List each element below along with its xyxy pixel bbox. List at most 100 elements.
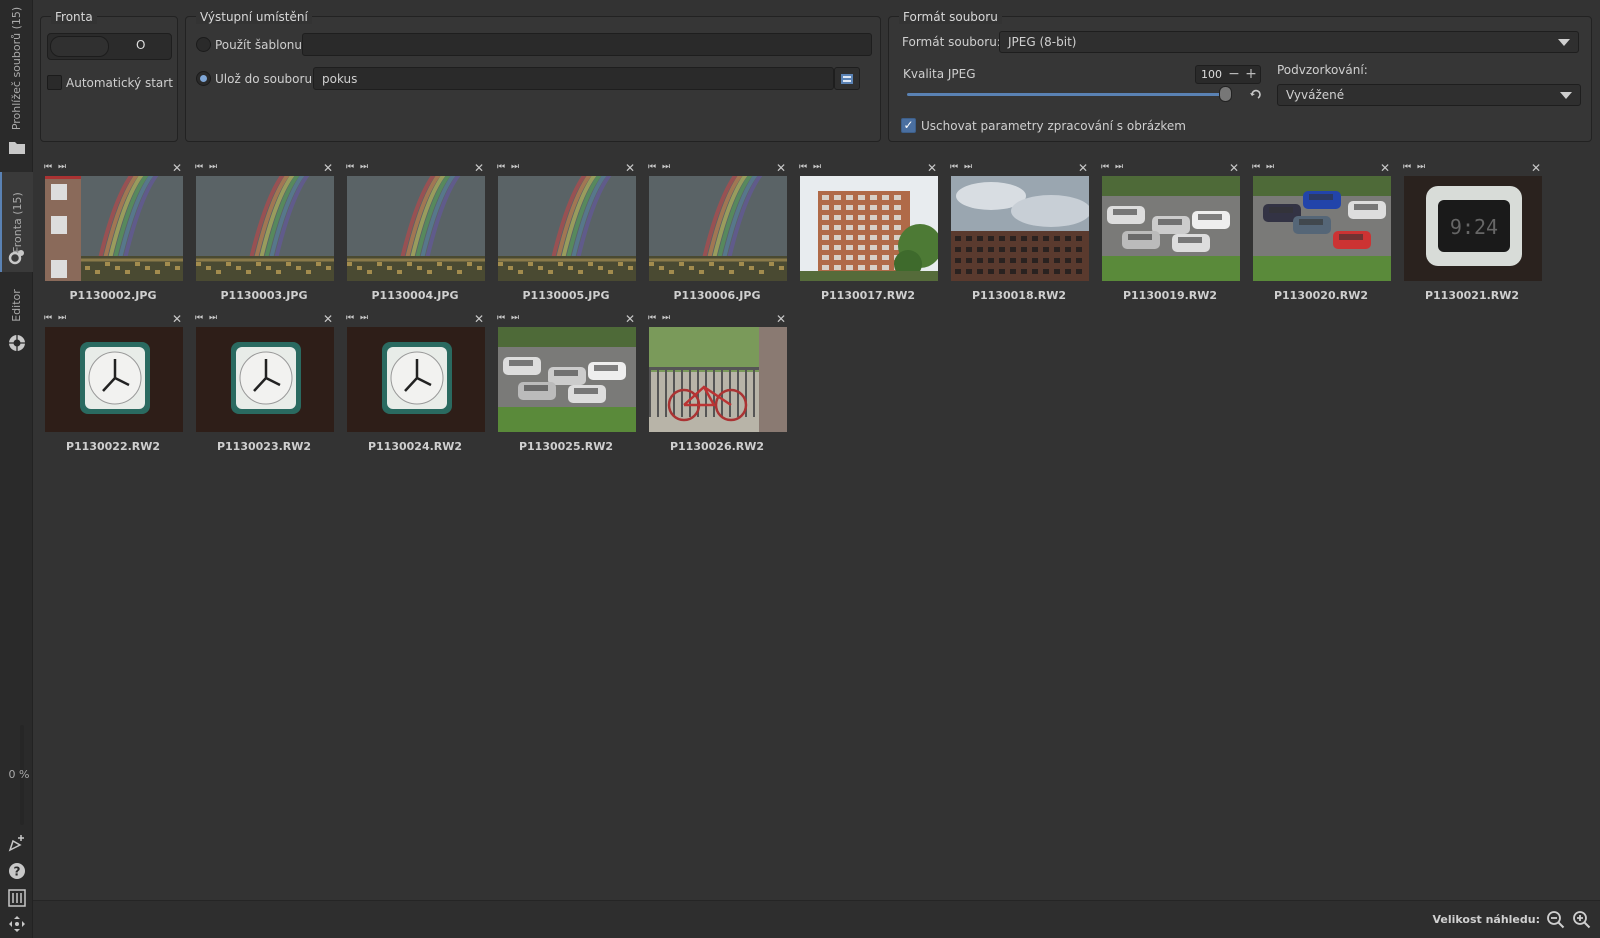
queue-thumbnail[interactable]: ⏮ ⏭ ✕ P1130022.RW2	[40, 309, 186, 459]
aperture-icon[interactable]	[6, 332, 27, 353]
jpeg-quality-value: 100	[1201, 68, 1222, 81]
move-to-end-icon[interactable]: ⏭	[58, 313, 68, 323]
move-to-start-icon[interactable]: ⏮	[195, 313, 205, 323]
move-to-end-icon[interactable]: ⏭	[209, 162, 219, 172]
jpeg-quality-slider-handle[interactable]	[1219, 86, 1232, 102]
queue-start-switch[interactable]: O	[47, 33, 172, 60]
move-to-end-icon[interactable]: ⏭	[58, 162, 68, 172]
move-to-end-icon[interactable]: ⏭	[511, 313, 521, 323]
close-icon[interactable]: ✕	[625, 312, 635, 326]
thumbnail-filename: P1130004.JPG	[371, 289, 459, 302]
close-icon[interactable]: ✕	[776, 161, 786, 175]
thumbnail-image	[951, 176, 1089, 281]
close-icon[interactable]: ✕	[1380, 161, 1390, 175]
move-to-end-icon[interactable]: ⏭	[360, 162, 370, 172]
format-panel: Formát souboru Formát souboru: JPEG (8-b…	[888, 10, 1592, 142]
move-to-end-icon[interactable]: ⏭	[1417, 162, 1427, 172]
move-to-end-icon[interactable]: ⏭	[209, 313, 219, 323]
gears-icon[interactable]	[6, 246, 27, 267]
filename-input[interactable]: pokus	[313, 67, 834, 90]
close-icon[interactable]: ✕	[625, 161, 635, 175]
move-to-end-icon[interactable]: ⏭	[964, 162, 974, 172]
queue-thumbnail[interactable]: ⏮ ⏭ ✕ P1130023.RW2	[191, 309, 337, 459]
queue-thumbnail[interactable]: ⏮ ⏭ ✕ P1130019.RW2	[1097, 158, 1243, 308]
move-to-start-icon[interactable]: ⏮	[1252, 162, 1262, 172]
color-management-icon[interactable]	[6, 887, 27, 908]
move-to-start-icon[interactable]: ⏮	[1403, 162, 1413, 172]
save-to-file-radio[interactable]	[196, 71, 211, 86]
close-icon[interactable]: ✕	[172, 312, 182, 326]
queue-thumbnail[interactable]: ⏮ ⏭ ✕ P1130002.JPG	[40, 158, 186, 308]
help-icon[interactable]: ?	[6, 860, 27, 881]
tab-editor[interactable]: Editor	[0, 280, 33, 330]
minus-icon[interactable]: −	[1226, 66, 1242, 83]
close-icon[interactable]: ✕	[927, 161, 937, 175]
move-to-start-icon[interactable]: ⏮	[950, 162, 960, 172]
jpeg-quality-slider[interactable]	[907, 93, 1225, 96]
queue-thumbnail[interactable]: ⏮ ⏭ ✕ 9:24 P1130021.RW2	[1399, 158, 1545, 308]
move-to-end-icon[interactable]: ⏭	[1115, 162, 1125, 172]
queue-thumbnail[interactable]: ⏮ ⏭ ✕ P1130018.RW2	[946, 158, 1092, 308]
queue-thumbnail[interactable]: ⏮ ⏭ ✕ P1130004.JPG	[342, 158, 488, 308]
queue-thumbnail[interactable]: ⏮ ⏭ ✕ P1130005.JPG	[493, 158, 639, 308]
move-to-end-icon[interactable]: ⏭	[662, 162, 672, 172]
move-to-start-icon[interactable]: ⏮	[44, 162, 54, 172]
move-to-start-icon[interactable]: ⏮	[1101, 162, 1111, 172]
close-icon[interactable]: ✕	[1531, 161, 1541, 175]
fullscreen-icon[interactable]	[6, 913, 27, 934]
close-icon[interactable]: ✕	[323, 161, 333, 175]
use-template-radio[interactable]	[196, 37, 211, 52]
thumbnail-size-label: Velikost náhledu:	[1432, 913, 1540, 926]
new-editor-icon[interactable]	[6, 832, 27, 853]
tab-file-browser[interactable]: Prohlížeč souborů (15)	[0, 6, 33, 131]
move-to-start-icon[interactable]: ⏮	[346, 162, 356, 172]
close-icon[interactable]: ✕	[172, 161, 182, 175]
close-icon[interactable]: ✕	[323, 312, 333, 326]
thumbnail-image	[649, 176, 787, 281]
format-select[interactable]: JPEG (8-bit)	[999, 31, 1579, 53]
close-icon[interactable]: ✕	[776, 312, 786, 326]
queue-thumbnail[interactable]: ⏮ ⏭ ✕ P1130003.JPG	[191, 158, 337, 308]
move-to-start-icon[interactable]: ⏮	[648, 313, 658, 323]
keep-params-checkbox[interactable]: ✓	[901, 118, 916, 133]
plus-icon[interactable]: +	[1243, 66, 1259, 83]
move-to-start-icon[interactable]: ⏮	[799, 162, 809, 172]
move-to-start-icon[interactable]: ⏮	[44, 313, 54, 323]
close-icon[interactable]: ✕	[474, 161, 484, 175]
move-to-end-icon[interactable]: ⏭	[511, 162, 521, 172]
queue-thumbnail[interactable]: ⏮ ⏭ ✕ P1130024.RW2	[342, 309, 488, 459]
browse-file-button[interactable]	[834, 67, 860, 90]
zoom-in-icon[interactable]	[1572, 910, 1592, 930]
close-icon[interactable]: ✕	[474, 312, 484, 326]
move-to-end-icon[interactable]: ⏭	[662, 313, 672, 323]
jpeg-quality-spinbox[interactable]: 100 − +	[1195, 65, 1261, 84]
queue-thumbnail[interactable]: ⏮ ⏭ ✕ P1130026.RW2	[644, 309, 790, 459]
folder-icon[interactable]	[6, 136, 27, 157]
queue-thumbnail[interactable]: ⏮ ⏭ ✕ P1130025.RW2	[493, 309, 639, 459]
move-to-start-icon[interactable]: ⏮	[648, 162, 658, 172]
move-to-end-icon[interactable]: ⏭	[1266, 162, 1276, 172]
thumbnail-controls: ⏮ ⏭ ✕	[44, 312, 182, 326]
queue-thumbnail[interactable]: ⏮ ⏭ ✕ P1130006.JPG	[644, 158, 790, 308]
thumbnail-controls: ⏮ ⏭ ✕	[44, 161, 182, 175]
thumbnail-filename: P1130005.JPG	[522, 289, 610, 302]
move-to-start-icon[interactable]: ⏮	[346, 313, 356, 323]
move-to-end-icon[interactable]: ⏭	[360, 313, 370, 323]
queue-thumbnail[interactable]: ⏮ ⏭ ✕ P1130017.RW2	[795, 158, 941, 308]
reset-icon[interactable]	[1249, 87, 1263, 101]
autostart-checkbox[interactable]	[47, 75, 62, 90]
move-to-end-icon[interactable]: ⏭	[813, 162, 823, 172]
subsampling-select[interactable]: Vyvážené	[1277, 84, 1581, 106]
subsampling-select-value: Vyvážené	[1286, 88, 1345, 102]
template-input[interactable]	[302, 33, 872, 56]
zoom-out-icon[interactable]	[1546, 910, 1566, 930]
close-icon[interactable]: ✕	[1078, 161, 1088, 175]
subsampling-label: Podvzorkování:	[1277, 63, 1368, 77]
move-to-start-icon[interactable]: ⏮	[497, 313, 507, 323]
thumbnail-controls: ⏮ ⏭ ✕	[950, 161, 1088, 175]
move-to-start-icon[interactable]: ⏮	[195, 162, 205, 172]
queue-thumbnail[interactable]: ⏮ ⏭ ✕ P1130020.RW2	[1248, 158, 1394, 308]
move-to-start-icon[interactable]: ⏮	[497, 162, 507, 172]
close-icon[interactable]: ✕	[1229, 161, 1239, 175]
thumbnail-controls: ⏮ ⏭ ✕	[497, 312, 635, 326]
